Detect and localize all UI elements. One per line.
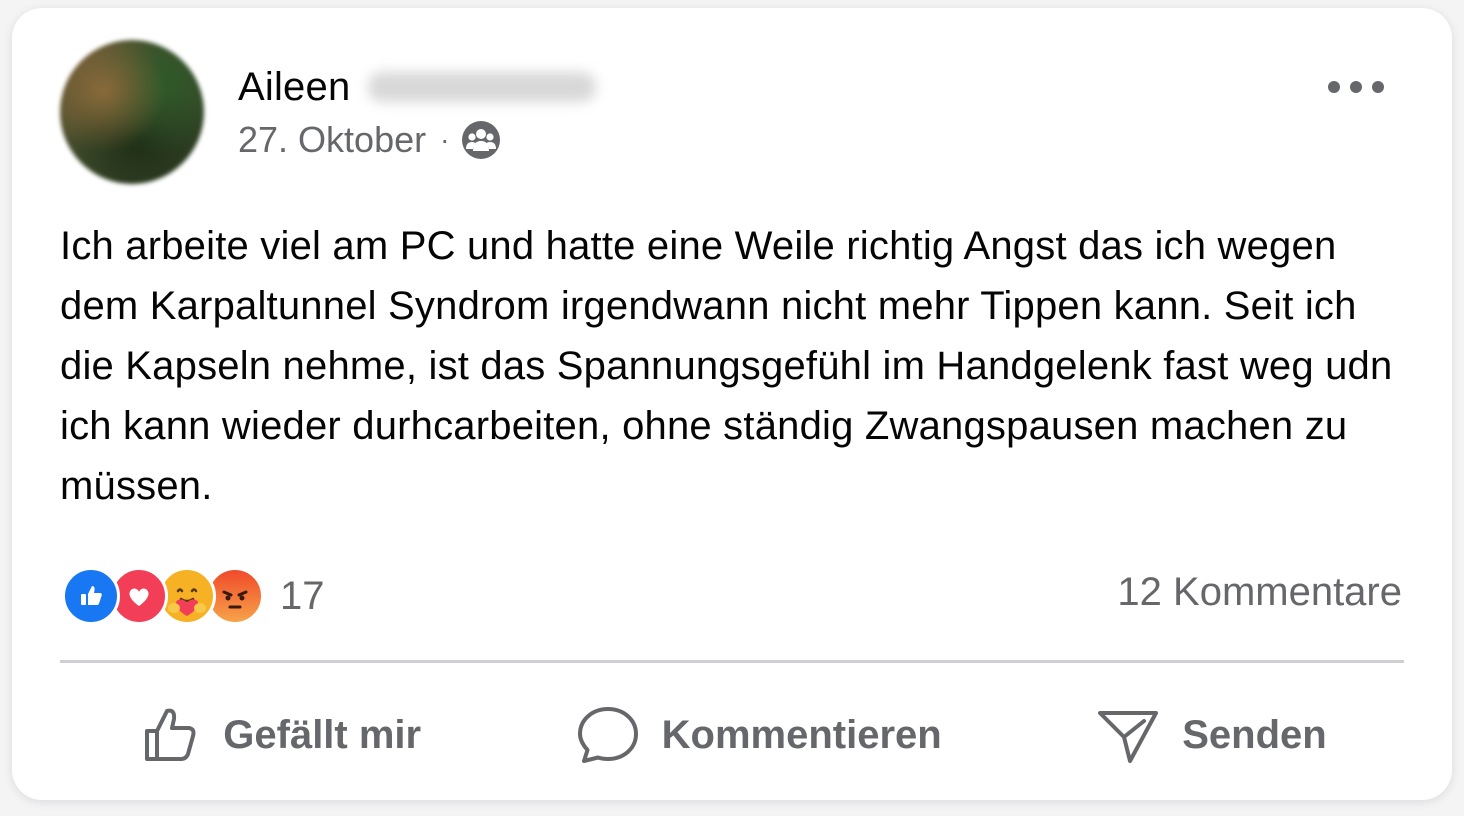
like-button[interactable]: Gefällt mir	[121, 695, 437, 775]
post-card: Aileen 27. Oktober · Ich arbeite viel am…	[12, 8, 1452, 800]
more-dot	[1350, 81, 1362, 93]
comment-button-label: Kommentieren	[661, 712, 942, 757]
comment-button[interactable]: Kommentieren	[560, 695, 958, 775]
reaction-count: 17	[280, 573, 325, 618]
author-name[interactable]: Aileen	[238, 65, 350, 110]
post-date[interactable]: 27. Oktober	[238, 119, 426, 161]
send-button-label: Senden	[1182, 712, 1327, 757]
post-text: Ich arbeite viel am PC und hatte eine We…	[60, 224, 1393, 508]
thumbs-up-icon	[145, 708, 196, 761]
reactions-summary[interactable]: 17	[62, 566, 325, 626]
comment-bubble-icon	[577, 707, 638, 763]
group-icon	[461, 120, 501, 160]
author-row: Aileen	[238, 62, 597, 112]
like-reaction-icon	[62, 567, 120, 625]
send-button[interactable]: Senden	[1080, 695, 1342, 775]
post-meta: 27. Oktober ·	[238, 118, 501, 162]
more-dot	[1372, 81, 1384, 93]
more-options-icon[interactable]	[1328, 72, 1384, 102]
comments-count[interactable]: 12 Kommentare	[1117, 570, 1402, 615]
author-lastname-redacted	[368, 72, 597, 102]
avatar[interactable]	[60, 40, 204, 184]
meta-separator: ·	[440, 124, 450, 155]
divider	[60, 660, 1404, 663]
like-button-label: Gefällt mir	[223, 712, 422, 757]
action-bar: Gefällt mir Kommentieren Senden	[60, 690, 1404, 780]
more-dot	[1328, 81, 1340, 93]
send-icon	[1098, 711, 1159, 763]
